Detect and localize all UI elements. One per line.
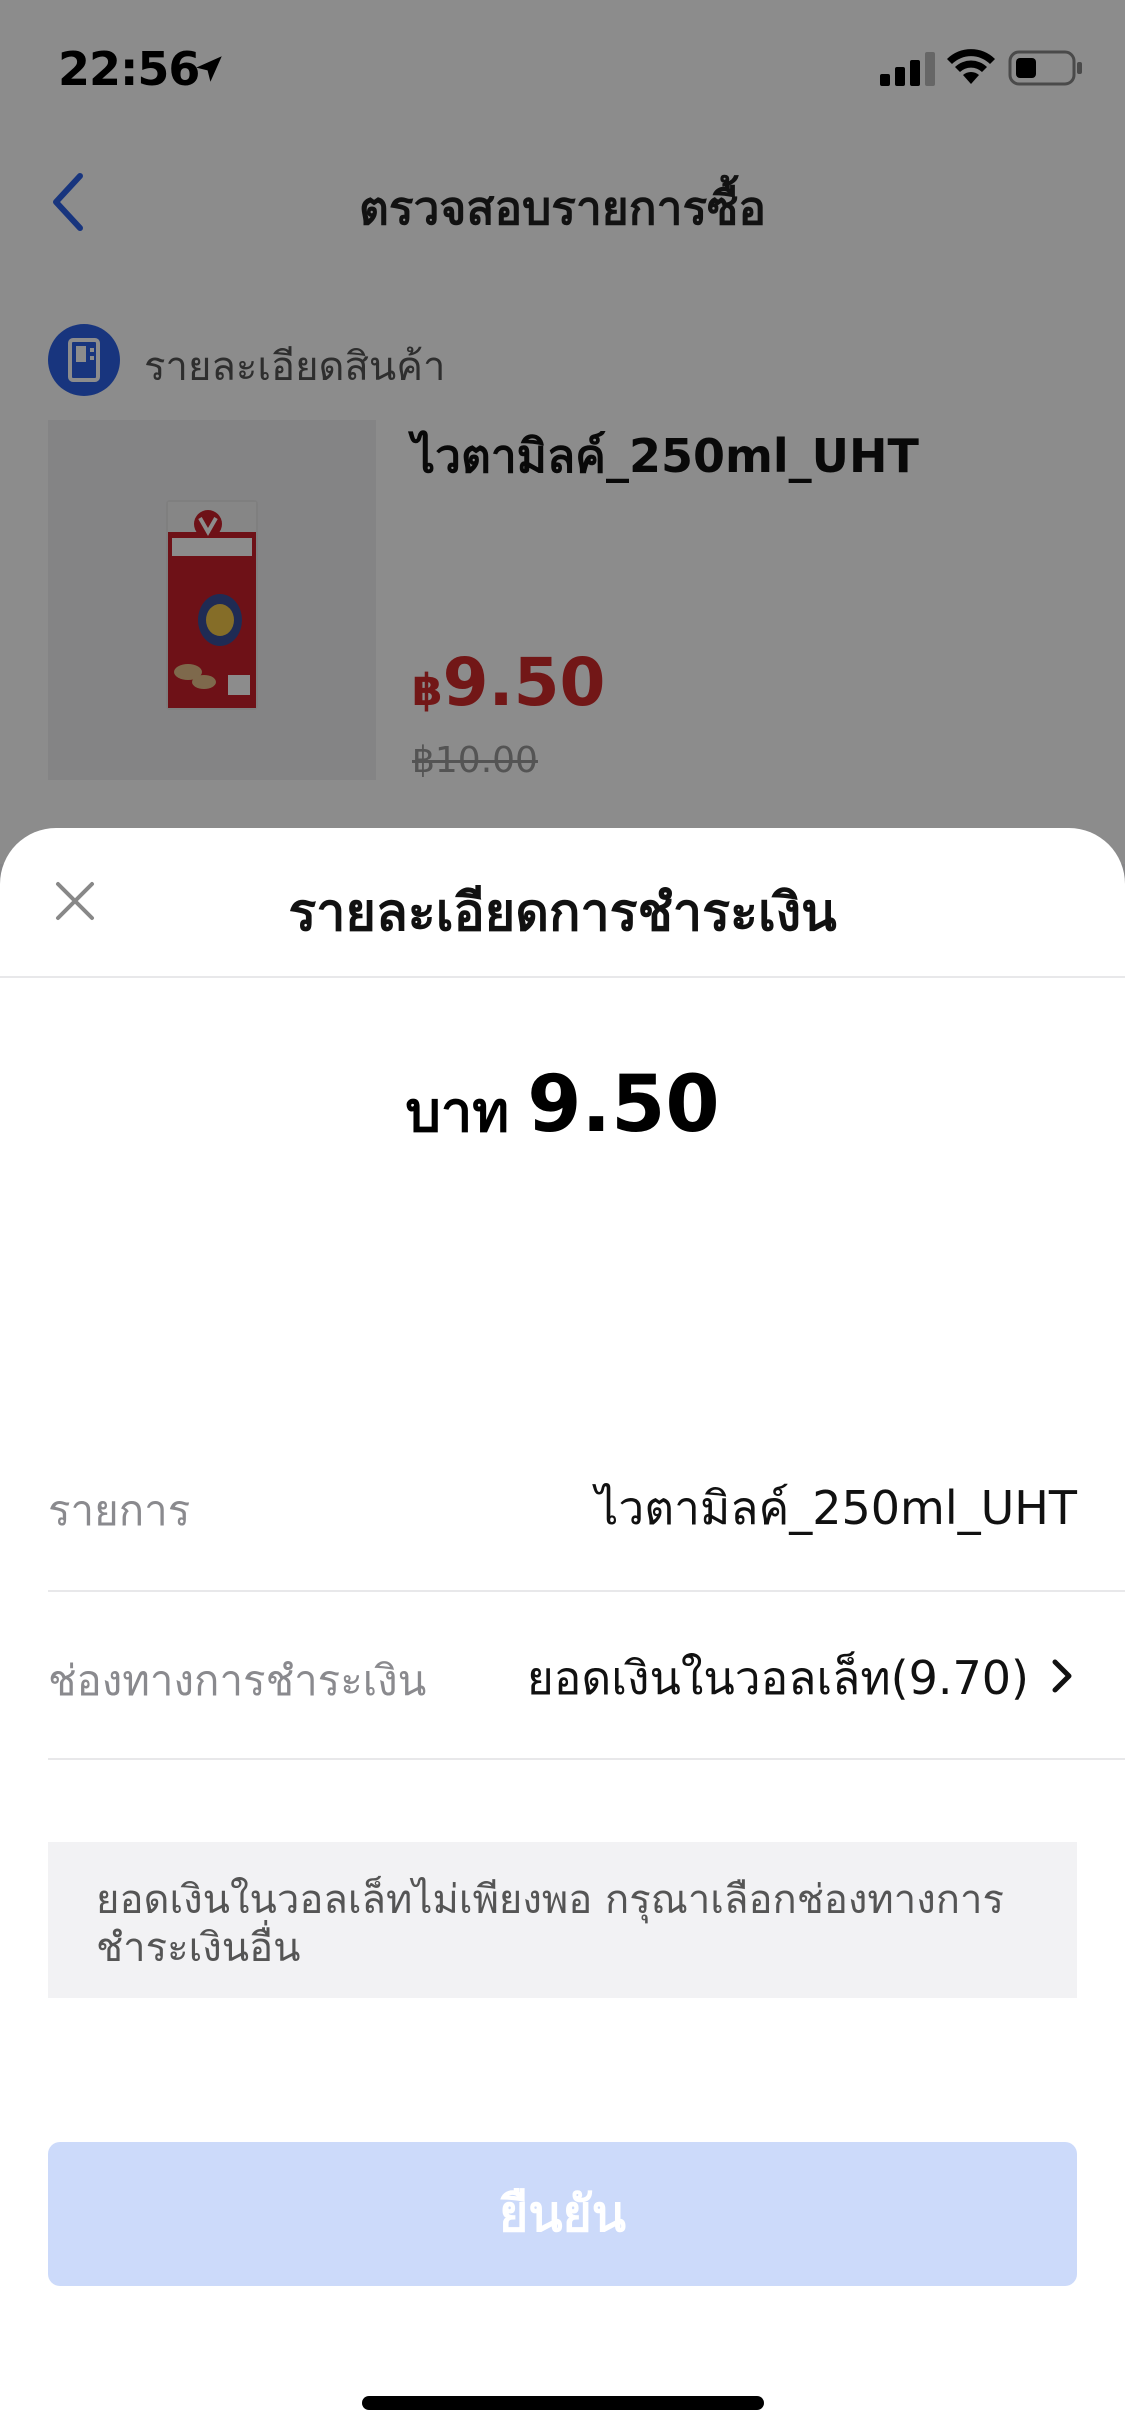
payment-method-label: ช่องทางการชำระเงิน <box>48 1656 427 1705</box>
amount-value: 9.50 <box>527 1060 720 1150</box>
sheet-header: รายละเอียดการชำระเงิน <box>0 828 1125 978</box>
payment-method-value: ยอดเงินในวอลเล็ท(9.70) <box>526 1651 1029 1705</box>
chevron-right-icon <box>1052 1659 1072 1693</box>
item-label: รายการ <box>48 1486 191 1535</box>
item-value: ไวตามิลค์_250ml_UHT <box>595 1481 1077 1535</box>
payment-sheet: รายละเอียดการชำระเงิน บาท 9.50 รายการ ไวต… <box>0 828 1125 2436</box>
insufficient-balance-notice: ยอดเงินในวอลเล็ทไม่เพียงพอ กรุณาเลือกช่อ… <box>48 1842 1077 1998</box>
screen: 22:56 ตรวจสอบรายการซื้อ รายละเอียดสินค้า… <box>0 0 1125 2436</box>
item-row: รายการ ไวตามิลค์_250ml_UHT <box>48 1422 1125 1592</box>
confirm-button[interactable]: ยืนยัน <box>48 2142 1077 2286</box>
home-indicator <box>362 2396 764 2410</box>
payment-method-row[interactable]: ช่องทางการชำระเงิน ยอดเงินในวอลเล็ท(9.70… <box>48 1592 1125 1760</box>
payment-amount: บาท 9.50 <box>0 1060 1125 1156</box>
amount-currency: บาท <box>405 1080 510 1145</box>
sheet-title: รายละเอียดการชำระเงิน <box>288 883 837 943</box>
